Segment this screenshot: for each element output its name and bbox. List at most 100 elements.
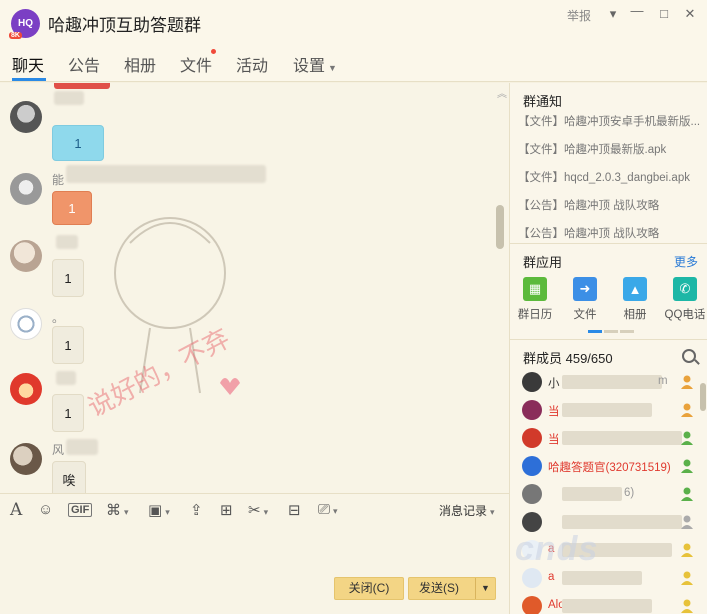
member-role-icon <box>679 570 695 586</box>
close-icon[interactable]: ✕ <box>680 6 700 24</box>
app-label-photo[interactable]: 相册 <box>613 306 657 322</box>
member-row[interactable]: 当 <box>510 425 700 453</box>
avatar[interactable] <box>522 400 542 420</box>
member-row[interactable]: 6) <box>510 481 700 509</box>
message-bubble[interactable]: 1 <box>52 125 104 161</box>
tab-activity[interactable]: 活动 <box>236 52 268 76</box>
chat-scrollbar[interactable] <box>496 205 504 249</box>
member-row[interactable]: 当 <box>510 397 700 425</box>
image-icon[interactable]: ▣ ▾ <box>148 501 170 519</box>
app-label-calendar[interactable]: 群日历 <box>513 306 557 322</box>
upload-icon[interactable]: ⇪ <box>190 501 203 519</box>
tab-announcement[interactable]: 公告 <box>68 52 100 76</box>
blurred-member-name <box>562 431 682 445</box>
tab-chat[interactable]: 聊天 <box>12 52 44 76</box>
avatar[interactable] <box>522 512 542 532</box>
group-avatar[interactable]: HQ 8K <box>9 9 40 39</box>
member-role-icon <box>679 430 695 446</box>
gif-icon[interactable]: GIF <box>68 503 93 517</box>
gift-icon[interactable]: ⊞ <box>220 501 233 519</box>
notice-item[interactable]: 【文件】哈趣冲顶最新版.apk <box>518 141 666 157</box>
collapse-icon[interactable]: ︽ <box>497 85 507 100</box>
notice-item[interactable]: 【文件】hqcd_2.0.3_dangbei.apk <box>518 169 690 185</box>
group-title: 哈趣冲顶互助答题群 <box>48 16 201 35</box>
blurred-sender <box>66 439 98 455</box>
avatar[interactable] <box>10 101 42 133</box>
message-input[interactable] <box>0 525 509 614</box>
message-bubble[interactable]: 1 <box>52 191 92 225</box>
notice-item[interactable]: 【公告】哈趣冲顶 战队攻略 <box>518 225 659 241</box>
photo-icon[interactable]: ▲ <box>623 277 647 301</box>
message-history-button[interactable]: 消息记录 ▾ <box>439 502 495 519</box>
message-text: 1 <box>64 271 72 286</box>
maximize-icon[interactable]: □ <box>654 6 674 24</box>
search-icon[interactable] <box>682 349 696 363</box>
sender-name: 。 <box>52 311 65 325</box>
pager-dot[interactable] <box>620 330 634 333</box>
sticker-icon[interactable]: ⌘ ▾ <box>106 501 129 519</box>
divider <box>510 339 707 340</box>
divider <box>510 243 707 244</box>
red-packet-icon[interactable]: ⊟ <box>288 501 301 519</box>
app-label-file[interactable]: 文件 <box>563 306 607 322</box>
scissors-icon[interactable]: ✂ ▾ <box>248 501 268 519</box>
member-role-icon <box>679 486 695 502</box>
report-button[interactable]: 举报 <box>567 7 591 25</box>
screen-share-icon[interactable]: ⎚ ▾ <box>318 501 338 518</box>
blurred-sender <box>56 371 76 385</box>
avatar[interactable] <box>522 428 542 448</box>
more-apps-link[interactable]: 更多 <box>674 253 698 270</box>
avatar[interactable] <box>10 373 42 405</box>
tab-album[interactable]: 相册 <box>124 52 156 76</box>
group-avatar-tag: 8K <box>9 32 22 39</box>
message-bubble[interactable]: 1 <box>52 259 84 297</box>
avatar[interactable] <box>522 596 542 614</box>
blurred-member-name <box>562 403 652 417</box>
calendar-icon[interactable]: ▦ <box>523 277 547 301</box>
member-name: 当 <box>548 434 560 446</box>
member-row[interactable]: a <box>510 565 700 593</box>
emoji-icon[interactable]: ☺ <box>38 501 53 518</box>
member-name-suffix: m <box>658 375 668 387</box>
member-scrollbar[interactable] <box>700 383 706 411</box>
member-row[interactable]: Alon <box>510 593 700 614</box>
blurred-member-name <box>562 515 682 529</box>
phone-icon[interactable]: ✆ <box>673 277 697 301</box>
chat-history[interactable]: 说好的，不弃 ︽ 1 能 1 1 。 1 1 风 唉 <box>0 83 509 493</box>
dropdown-icon[interactable]: ▾ <box>603 6 623 24</box>
avatar[interactable] <box>522 568 542 588</box>
message-bubble[interactable]: 1 <box>52 394 84 432</box>
app-label-phone[interactable]: QQ电话 <box>663 306 707 322</box>
input-toolbar: A ☺ GIF ⌘ ▾ ▣ ▾ ⇪ ⊞ ✂ ▾ ⊟ ⎚ ▾ 消息记录 ▾ <box>0 493 509 525</box>
minimize-icon[interactable]: — <box>627 3 647 21</box>
active-tab-indicator <box>12 78 46 81</box>
font-icon[interactable]: A <box>10 500 22 520</box>
member-row[interactable]: 小m <box>510 369 700 397</box>
avatar[interactable] <box>522 484 542 504</box>
message-bubble[interactable]: 唉 <box>52 461 86 493</box>
send-options-chevron-icon[interactable]: ▼ <box>475 578 495 599</box>
group-avatar-text: HQ <box>18 18 33 29</box>
pager-dot[interactable] <box>604 330 618 333</box>
tab-files[interactable]: 文件 <box>180 52 212 76</box>
avatar[interactable] <box>10 173 42 205</box>
chevron-down-icon: ▾ <box>490 507 495 517</box>
avatar[interactable] <box>522 372 542 392</box>
member-role-icon <box>679 514 695 530</box>
avatar[interactable] <box>10 308 42 340</box>
pager-dot-active[interactable] <box>588 330 602 333</box>
notice-item[interactable]: 【文件】哈趣冲顶安卓手机最新版... <box>518 113 700 129</box>
file-icon[interactable]: ➜ <box>573 277 597 301</box>
close-button[interactable]: 关闭(C) <box>334 577 404 600</box>
notice-item[interactable]: 【公告】哈趣冲顶 战队攻略 <box>518 197 659 213</box>
member-row[interactable]: 哈趣答题官(320731519) <box>510 453 700 481</box>
message-text: 1 <box>64 338 72 353</box>
member-name: a <box>548 571 555 583</box>
tab-settings[interactable]: 设置 ▼ <box>293 52 337 76</box>
site-watermark-logo: cnds <box>515 530 599 568</box>
avatar[interactable] <box>522 456 542 476</box>
message-bubble[interactable]: 1 <box>52 326 84 364</box>
avatar[interactable] <box>10 240 42 272</box>
avatar[interactable] <box>10 443 42 475</box>
send-button[interactable]: 发送(S) ▼ <box>408 577 496 600</box>
